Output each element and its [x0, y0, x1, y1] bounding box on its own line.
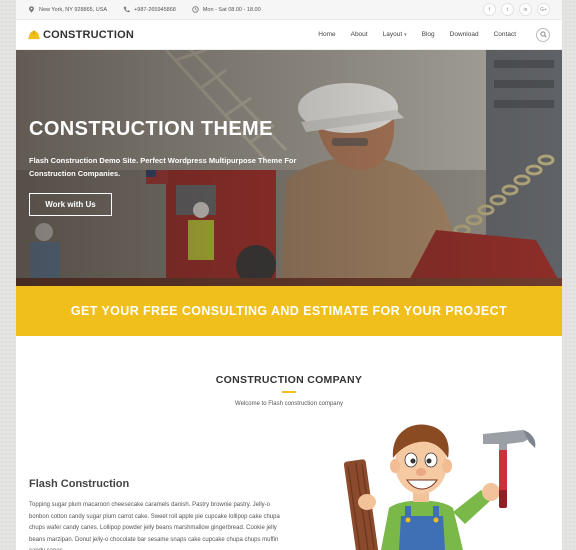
clock-icon: [192, 6, 199, 13]
hero-subtitle: Flash Construction Demo Site. Perfect Wo…: [29, 156, 297, 178]
linkedin-icon[interactable]: in: [519, 3, 532, 16]
phone-info: +987-265945868: [123, 6, 176, 13]
feature-body: Topping sugar plum macaroon cheesecake c…: [29, 502, 280, 550]
phone-icon: [123, 6, 130, 13]
social-links: f t in G+: [483, 3, 550, 16]
map-pin-icon: [29, 6, 34, 13]
cta-text: GET YOUR FREE CONSULTING AND ESTIMATE FO…: [70, 304, 508, 318]
location-text: New York, NY 928865, USA: [39, 6, 108, 13]
location-info: New York, NY 928865, USA: [28, 6, 107, 13]
site-logo[interactable]: CONSTRUCTION: [28, 29, 134, 41]
nav-blog[interactable]: Blog: [422, 31, 435, 38]
section-title: CONSTRUCTION COMPANY: [215, 374, 363, 386]
chevron-down-icon: ▾: [404, 31, 407, 38]
consulting-cta-band[interactable]: GET YOUR FREE CONSULTING AND ESTIMATE FO…: [16, 286, 562, 336]
facebook-icon[interactable]: f: [483, 3, 496, 16]
feature-title: Flash Construction: [29, 478, 130, 490]
hero-banner: CONSTRUCTION THEME Flash Construction De…: [16, 50, 562, 286]
main-nav: Home About Layout ▾ Blog Download Contac…: [303, 27, 550, 42]
work-with-us-button[interactable]: Work with Us: [29, 193, 112, 216]
nav-layout[interactable]: Layout ▾: [383, 31, 407, 38]
section-subtitle: Welcome to Flash construction company: [235, 401, 343, 407]
nav-home[interactable]: Home: [318, 31, 335, 38]
twitter-icon[interactable]: t: [501, 3, 514, 16]
title-divider: [282, 391, 296, 393]
hard-hat-icon: [28, 30, 40, 39]
search-icon: [539, 31, 547, 38]
cartoon-worker-illustration: [343, 424, 536, 550]
googleplus-icon[interactable]: G+: [537, 3, 550, 16]
search-button[interactable]: [536, 27, 550, 42]
hours-text: Mon - Sat 08.00 - 18.00: [202, 6, 261, 13]
page: New York, NY 928865, USA +987-265945868 …: [16, 0, 562, 550]
nav-about[interactable]: About: [351, 31, 368, 38]
hours-info: Mon - Sat 08.00 - 18.00: [192, 6, 261, 13]
nav-contact[interactable]: Contact: [494, 31, 516, 38]
nav-download[interactable]: Download: [450, 31, 479, 38]
logo-text: CONSTRUCTION: [43, 28, 135, 41]
hero-title: CONSTRUCTION THEME: [29, 118, 273, 140]
top-bar: New York, NY 928865, USA +987-265945868 …: [16, 0, 562, 20]
phone-text[interactable]: +987-265945868: [134, 7, 176, 13]
site-header: CONSTRUCTION Home About Layout ▾ Blog Do…: [16, 20, 562, 50]
nav-layout-label: Layout: [382, 31, 403, 38]
